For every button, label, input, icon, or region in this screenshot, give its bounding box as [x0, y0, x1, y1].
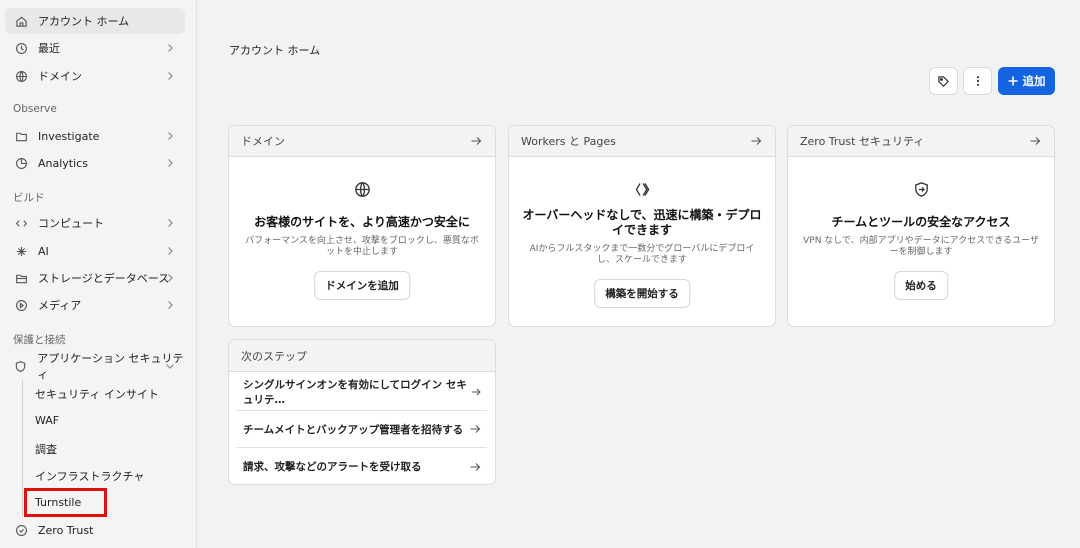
globe-icon: [229, 181, 495, 198]
add-button-label: 追加: [1022, 74, 1046, 88]
sidebar-item-label: 最近: [38, 42, 60, 55]
sidebar-item-compute[interactable]: コンピュート: [5, 210, 185, 236]
arrow-right-icon: [470, 425, 481, 433]
play-icon: [14, 298, 28, 312]
section-build: ビルド: [13, 192, 45, 204]
card-title: チームとツールの安全なアクセス: [831, 215, 1011, 229]
shield-arrow-icon: [788, 181, 1054, 198]
sidebar-item-ai[interactable]: AI: [5, 238, 185, 264]
arrow-right-icon: [751, 137, 762, 145]
chevron-right-icon: [168, 72, 173, 80]
chevron-right-icon: [168, 219, 173, 227]
add-domain-button[interactable]: ドメインを追加: [314, 271, 410, 300]
card-description: パフォーマンスを向上させ、攻撃をブロックし、悪質なボットを中止します: [245, 236, 479, 257]
sidebar: アカウント ホーム 最近 ドメイン Observe Investigate An…: [0, 0, 197, 548]
card-description: VPN なしで、内部アプリやデータにアクセスできるユーザーを制御します: [803, 236, 1039, 257]
globe-icon: [14, 69, 28, 83]
next-step-item[interactable]: シングルサインオンを有効にしてログイン セキュリテ…: [237, 374, 487, 411]
tree-line: [22, 380, 23, 517]
sidebar-item-recent[interactable]: 最近: [5, 35, 185, 61]
sidebar-subitem-investigation[interactable]: 調査: [35, 441, 57, 457]
chevron-right-icon: [168, 44, 173, 52]
sidebar-subitem-security-insights[interactable]: セキュリティ インサイト: [35, 386, 159, 402]
arrow-right-icon: [1030, 137, 1041, 145]
sidebar-item-label: Investigate: [38, 129, 100, 143]
sidebar-item-label: Zero Trust: [38, 523, 94, 537]
shield-icon: [14, 359, 27, 373]
zero-trust-card-header[interactable]: Zero Trust セキュリティ: [788, 126, 1054, 157]
next-step-label: シングルサインオンを有効にしてログイン セキュリテ…: [243, 379, 467, 406]
card-header-label: Zero Trust セキュリティ: [800, 135, 925, 148]
sidebar-item-media[interactable]: メディア: [5, 292, 185, 318]
sidebar-item-label: AI: [38, 244, 49, 258]
section-protect: 保護と接続: [13, 334, 66, 346]
plus-icon: [1008, 76, 1017, 86]
get-started-button[interactable]: 始める: [894, 271, 948, 300]
pie-chart-icon: [14, 156, 28, 170]
domain-card: ドメイン お客様のサイトを、より高速かつ安全に パフォーマンスを向上させ、攻撃を…: [228, 125, 496, 327]
arrow-right-icon: [470, 462, 481, 471]
card-title: オーバーヘッドなしで、迅速に構築・デプロイできます: [522, 208, 762, 237]
sidebar-item-label: コンピュート: [38, 217, 104, 230]
workers-pages-card-header[interactable]: Workers と Pages: [509, 126, 775, 157]
sidebar-item-storage[interactable]: ストレージとデータベース: [5, 265, 185, 291]
zero-trust-icon: [14, 523, 28, 537]
sidebar-item-analytics[interactable]: Analytics: [5, 150, 185, 176]
chevron-right-icon: [168, 274, 173, 282]
sidebar-item-label: アカウント ホーム: [38, 15, 130, 28]
sidebar-item-app-security[interactable]: アプリケーション セキュリティ: [5, 352, 185, 381]
section-observe: Observe: [13, 103, 57, 115]
next-step-item[interactable]: 請求、攻撃などのアラートを受け取る: [237, 448, 487, 484]
highlight-box: [24, 488, 107, 517]
card-title: お客様のサイトを、より高速かつ安全に: [254, 215, 470, 229]
workers-pages-card: Workers と Pages オーバーヘッドなしで、迅速に構築・デプロイできま…: [508, 125, 776, 327]
sidebar-item-label: メディア: [38, 299, 82, 312]
more-options-button[interactable]: [963, 67, 992, 95]
next-step-label: 請求、攻撃などのアラートを受け取る: [243, 461, 422, 473]
code-icon: [14, 216, 28, 230]
chevron-right-icon: [168, 159, 173, 167]
arrow-right-icon: [471, 137, 482, 145]
more-vertical-icon: [976, 76, 979, 86]
chevron-down-icon: [166, 364, 174, 369]
sidebar-item-account-home[interactable]: アカウント ホーム: [5, 8, 185, 34]
sidebar-item-label: アプリケーション セキュリティ: [37, 352, 184, 381]
zero-trust-card: Zero Trust セキュリティ チームとツールの安全なアクセス VPN なし…: [787, 125, 1055, 327]
chevron-right-icon: [168, 247, 173, 255]
storage-icon: [14, 271, 28, 285]
next-step-item[interactable]: チームメイトとバックアップ管理者を招待する: [237, 411, 487, 448]
tag-icon: [938, 75, 949, 87]
sidebar-item-domain[interactable]: ドメイン: [5, 63, 185, 89]
sidebar-subitem-waf[interactable]: WAF: [35, 414, 59, 427]
next-steps-card: 次のステップ シングルサインオンを有効にしてログイン セキュリテ… チームメイト…: [228, 339, 496, 485]
sparkle-icon: [14, 244, 28, 258]
sidebar-item-label: ストレージとデータベース: [38, 272, 170, 285]
add-button[interactable]: 追加: [998, 67, 1055, 95]
card-description: AIからフルスタックまで一数分でグローバルにデプロイし、スケールできます: [529, 244, 755, 265]
chevron-right-icon: [168, 301, 173, 309]
domain-card-header[interactable]: ドメイン: [229, 126, 495, 157]
card-header-label: ドメイン: [241, 135, 285, 148]
sidebar-item-label: ドメイン: [38, 70, 82, 83]
start-building-button[interactable]: 構築を開始する: [594, 279, 690, 308]
next-step-label: チームメイトとバックアップ管理者を招待する: [243, 423, 464, 436]
clock-icon: [14, 41, 28, 55]
sidebar-item-zero-trust[interactable]: Zero Trust: [5, 517, 185, 543]
tag-button[interactable]: [929, 67, 958, 95]
next-steps-header: 次のステップ: [229, 340, 495, 372]
page-title: アカウント ホーム: [229, 44, 321, 57]
card-header-label: 次のステップ: [241, 349, 307, 363]
sidebar-subitem-infrastructure[interactable]: インフラストラクチャ: [35, 468, 144, 484]
chevron-right-icon: [168, 132, 173, 140]
arrow-right-icon: [472, 388, 481, 396]
workers-icon: [509, 181, 775, 198]
sidebar-item-investigate[interactable]: Investigate: [5, 123, 185, 149]
folder-icon: [14, 129, 28, 143]
card-header-label: Workers と Pages: [521, 135, 616, 148]
home-icon: [14, 14, 28, 28]
sidebar-item-label: Analytics: [38, 156, 88, 170]
